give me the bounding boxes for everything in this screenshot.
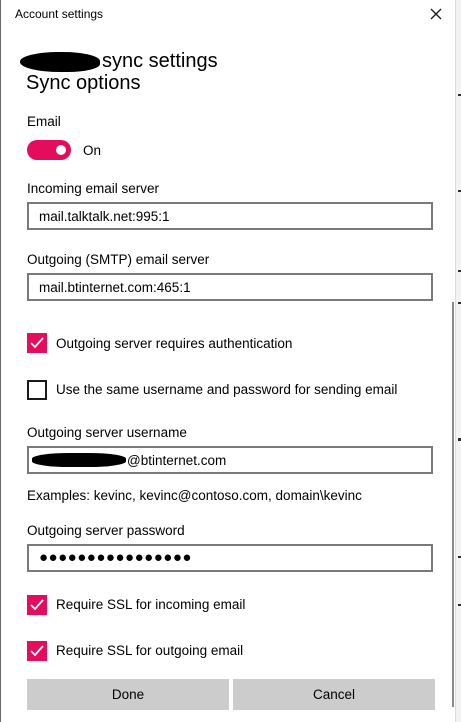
outgoing-server-input[interactable]: mail.btinternet.com:465:1 [27, 273, 433, 301]
vertical-scrollbar[interactable] [452, 40, 455, 722]
ssl-outgoing-checkbox[interactable] [27, 641, 47, 661]
section-title: Sync options [26, 72, 141, 94]
outgoing-username-suffix: @btinternet.com [127, 453, 227, 468]
outgoing-server-value: mail.btinternet.com:465:1 [39, 280, 191, 295]
header-sync-settings: sync settings [102, 50, 218, 72]
same-credentials-checkbox[interactable] [27, 380, 47, 400]
close-icon [430, 8, 442, 20]
outgoing-password-value: ●●●●●●●●●●●●●●●● [39, 549, 192, 566]
requires-auth-label: Outgoing server requires authentication [56, 336, 293, 351]
toggle-knob [56, 145, 66, 155]
email-toggle-state: On [83, 143, 102, 158]
done-button[interactable]: Done [27, 679, 229, 710]
title-bar: Account settings [0, 0, 455, 30]
ssl-incoming-checkbox[interactable] [27, 595, 47, 615]
account-settings-dialog: Account settings sync settings Sync opti… [0, 0, 461, 722]
checkmark-icon [30, 337, 44, 349]
outgoing-password-label: Outgoing server password [27, 523, 185, 538]
checkmark-icon [30, 599, 44, 611]
email-label: Email [27, 114, 61, 129]
scrollbar-thumb[interactable] [452, 302, 454, 707]
incoming-server-label: Incoming email server [27, 181, 160, 196]
outgoing-username-input[interactable]: @btinternet.com [27, 446, 433, 474]
outgoing-server-label: Outgoing (SMTP) email server [27, 252, 210, 267]
cancel-button[interactable]: Cancel [233, 679, 435, 710]
close-button[interactable] [426, 4, 446, 24]
same-credentials-label: Use the same username and password for s… [56, 382, 398, 397]
window-title: Account settings [15, 7, 104, 21]
requires-auth-checkbox[interactable] [27, 333, 47, 353]
outgoing-password-input[interactable]: ●●●●●●●●●●●●●●●● [27, 544, 433, 572]
ssl-outgoing-label: Require SSL for outgoing email [56, 643, 244, 658]
window-left-edge [0, 0, 1, 722]
incoming-server-input[interactable]: mail.talktalk.net:995:1 [27, 202, 433, 230]
outgoing-username-label: Outgoing server username [27, 425, 187, 440]
incoming-server-value: mail.talktalk.net:995:1 [39, 209, 170, 224]
email-sync-toggle[interactable] [27, 140, 71, 160]
checkmark-icon [30, 645, 44, 657]
redacted-account-name [20, 52, 100, 72]
username-examples-hint: Examples: kevinc, kevinc@contoso.com, do… [27, 488, 362, 503]
ssl-incoming-label: Require SSL for incoming email [56, 597, 246, 612]
redacted-username [32, 453, 126, 467]
background-window-edge [455, 0, 461, 722]
